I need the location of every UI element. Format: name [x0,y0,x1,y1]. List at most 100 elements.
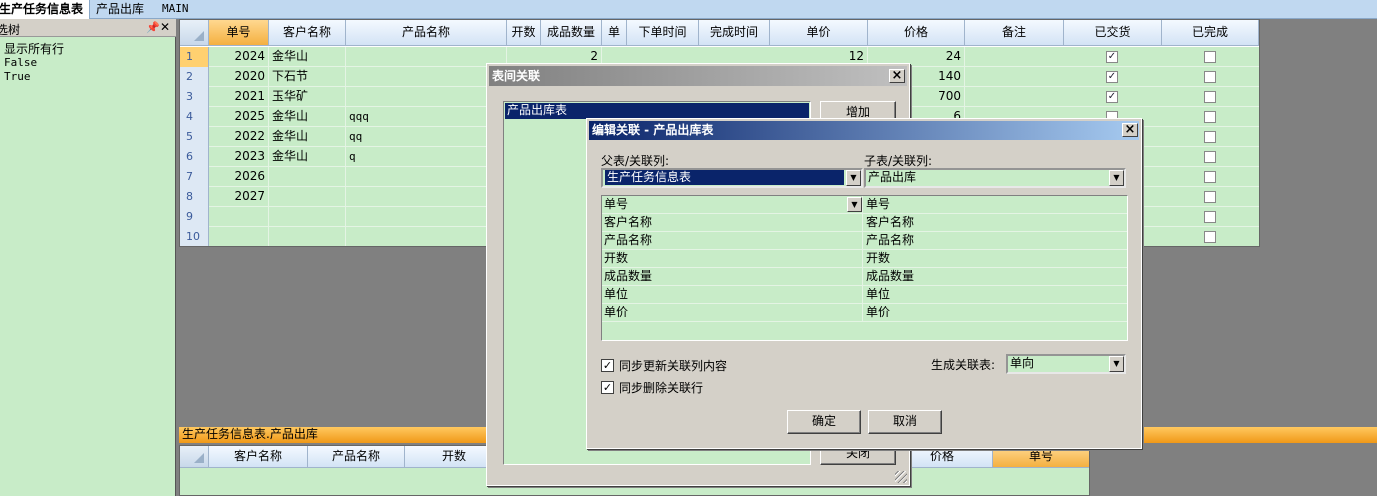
order-id-cell[interactable]: 2021 [209,87,269,107]
product-cell[interactable]: qq [346,127,507,147]
customer-cell[interactable] [269,227,346,246]
done-checkbox[interactable] [1204,211,1216,223]
parent-column-cell[interactable]: 客户名称 [602,214,863,232]
pin-icon[interactable]: 📌 [146,21,160,34]
close-icon[interactable]: ✕ [160,20,170,34]
chevron-down-icon[interactable]: ▼ [1109,170,1124,186]
order-id-cell[interactable]: 2022 [209,127,269,147]
customer-cell[interactable]: 金华山 [269,47,346,67]
child-column-cell[interactable]: 单号 [864,196,1127,214]
product-cell[interactable] [346,187,507,207]
grid-select-all-corner[interactable] [180,20,209,46]
order-id-cell[interactable] [209,207,269,227]
column-header[interactable]: 备注 [965,20,1064,46]
resize-grip-icon[interactable] [895,471,907,483]
done-checkbox[interactable] [1204,51,1216,63]
mapping-row[interactable]: 单位 单位 [602,286,1127,304]
column-header[interactable]: 单价 [770,20,868,46]
customer-cell[interactable]: 下石节 [269,67,346,87]
row-number[interactable]: 1 [180,47,209,67]
customer-cell[interactable] [269,187,346,207]
delivered-checkbox[interactable]: ✓ [1106,91,1118,103]
sync-update-checkbox[interactable]: ✓ [601,359,614,372]
done-checkbox[interactable] [1204,231,1216,243]
tab-product-outbound[interactable]: 产品出库 [90,0,150,19]
child-column-cell[interactable]: 产品名称 [864,232,1127,250]
column-header[interactable]: 价格 [868,20,965,46]
customer-cell[interactable] [269,207,346,227]
parent-column-cell[interactable]: 单号 [602,196,863,214]
done-checkbox[interactable] [1204,91,1216,103]
mapping-row[interactable]: 成品数量 成品数量 [602,268,1127,286]
child-column-cell[interactable]: 开数 [864,250,1127,268]
column-header[interactable]: 单号 [209,20,269,46]
tree-node-show-all-rows[interactable]: 显示所有行 [4,40,64,57]
column-header[interactable]: 完成时间 [699,20,770,46]
done-checkbox[interactable] [1204,151,1216,163]
done-checkbox[interactable] [1204,191,1216,203]
delivered-checkbox[interactable]: ✓ [1106,71,1118,83]
done-checkbox[interactable] [1204,71,1216,83]
child-column-cell[interactable]: 成品数量 [864,268,1127,286]
product-cell[interactable] [346,67,507,87]
row-number[interactable]: 4 [180,107,209,127]
done-checkbox[interactable] [1204,111,1216,123]
order-id-cell[interactable]: 2027 [209,187,269,207]
delivered-checkbox[interactable]: ✓ [1106,51,1118,63]
row-number[interactable]: 7 [180,167,209,187]
parent-column-cell[interactable]: 开数 [602,250,863,268]
chevron-down-icon[interactable]: ▼ [846,170,861,186]
order-id-cell[interactable] [209,227,269,246]
mapping-row[interactable]: 单号 单号 ▼ [602,196,1127,214]
mapping-row[interactable]: 单价 单价 [602,304,1127,322]
row-number[interactable]: 6 [180,147,209,167]
customer-cell[interactable]: 玉华矿 [269,87,346,107]
column-header[interactable]: 成品数量 [541,20,602,46]
parent-column-cell[interactable]: 成品数量 [602,268,863,286]
order-id-cell[interactable]: 2024 [209,47,269,67]
column-header[interactable]: 单号 [993,446,1089,468]
tree-node-false[interactable]: False [4,56,37,69]
order-id-cell[interactable]: 2025 [209,107,269,127]
chevron-down-icon[interactable]: ▼ [847,197,862,212]
column-header[interactable]: 下单时间 [627,20,699,46]
done-checkbox[interactable] [1204,171,1216,183]
chevron-down-icon[interactable]: ▼ [1109,356,1124,372]
column-mapping-table[interactable]: 单号 单号 ▼ 客户名称 客户名称 产品名称 产品名称 开数 开数 成品数量 成品数量 单位 单位 单价单… [601,195,1128,341]
relations-list-item[interactable]: 产品出库表 [505,103,809,119]
column-header[interactable]: 已交货 [1064,20,1162,46]
child-column-cell[interactable]: 客户名称 [864,214,1127,232]
ok-button[interactable]: 确定 [787,410,861,434]
customer-cell[interactable]: 金华山 [269,127,346,147]
customer-cell[interactable]: 金华山 [269,107,346,127]
column-header[interactable]: 单 [602,20,627,46]
parent-table-select[interactable]: 生产任务信息表 ▼ [601,168,863,188]
product-cell[interactable] [346,87,507,107]
product-cell[interactable] [346,207,507,227]
done-checkbox[interactable] [1204,131,1216,143]
generate-relation-select[interactable]: 单向 ▼ [1006,354,1126,374]
product-cell[interactable] [346,47,507,67]
product-cell[interactable] [346,167,507,187]
order-id-cell[interactable]: 2026 [209,167,269,187]
row-number[interactable]: 2 [180,67,209,87]
mapping-row[interactable]: 客户名称 客户名称 [602,214,1127,232]
row-number[interactable]: 9 [180,207,209,227]
close-icon[interactable]: × [1122,123,1138,137]
tree-node-true[interactable]: True [4,70,31,83]
order-id-cell[interactable]: 2020 [209,67,269,87]
child-column-cell[interactable]: 单价 [864,304,1127,322]
parent-column-cell[interactable]: 产品名称 [602,232,863,250]
product-cell[interactable] [346,227,507,246]
mapping-row[interactable]: 产品名称 产品名称 [602,232,1127,250]
cancel-button[interactable]: 取消 [868,410,942,434]
customer-cell[interactable] [269,167,346,187]
column-header[interactable]: 开数 [507,20,541,46]
sub-grid-corner[interactable] [180,446,209,468]
parent-column-cell[interactable]: 单价 [602,304,863,322]
row-number[interactable]: 3 [180,87,209,107]
column-header[interactable]: 客户名称 [269,20,346,46]
tab-production-task-info[interactable]: 生产任务信息表 [0,0,91,19]
column-header[interactable]: 客户名称 [209,446,308,468]
parent-column-cell[interactable]: 单位 [602,286,863,304]
